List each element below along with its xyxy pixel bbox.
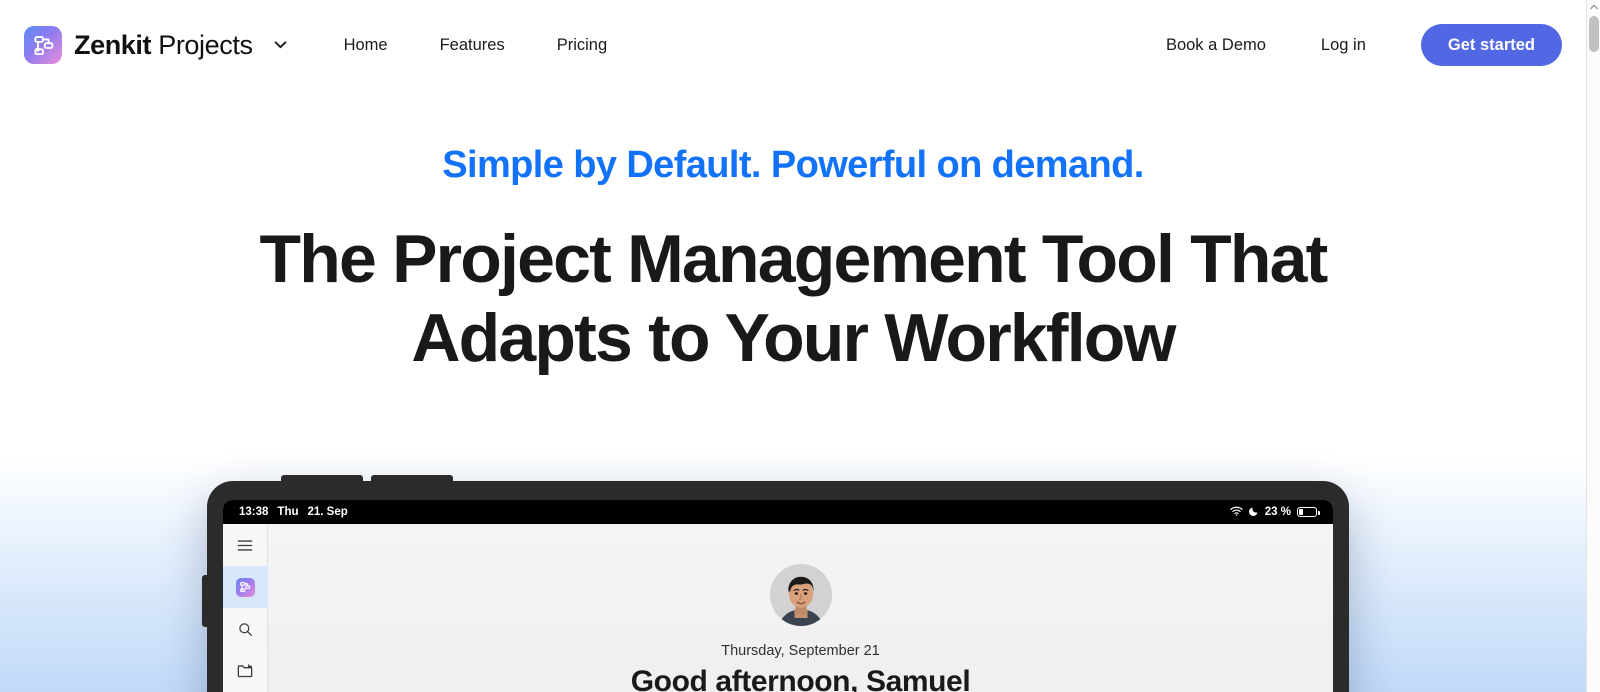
search-icon[interactable] bbox=[223, 608, 268, 650]
primary-nav-links: Home Features Pricing bbox=[344, 36, 608, 55]
battery-percent-label: 23 % bbox=[1264, 506, 1291, 518]
wifi-icon bbox=[1230, 506, 1243, 519]
status-bar-left: 13:38 Thu 21. Sep bbox=[239, 506, 348, 518]
power-button bbox=[202, 575, 208, 627]
hamburger-menu-icon[interactable] bbox=[223, 524, 268, 566]
volume-down-button bbox=[371, 475, 453, 483]
brand-name-bold: Zenkit bbox=[74, 29, 152, 60]
status-bar-right: 23 % bbox=[1230, 506, 1320, 519]
browser-scrollbar[interactable] bbox=[1586, 0, 1600, 692]
app-sidebar bbox=[223, 524, 268, 692]
app-main-content: Thursday, September 21 Good afternoon, S… bbox=[268, 524, 1333, 692]
status-date: 21. Sep bbox=[307, 506, 348, 518]
status-time: 13:38 bbox=[239, 506, 269, 518]
page-title: The Project Management Tool That Adapts … bbox=[228, 220, 1358, 379]
headline-line-1: The Project Management Tool That bbox=[259, 220, 1328, 297]
chevron-down-icon[interactable] bbox=[274, 41, 287, 49]
app-greeting-heading: Good afternoon, Samuel bbox=[630, 665, 971, 692]
sidebar-item-workspace[interactable] bbox=[223, 566, 268, 608]
hero-eyebrow-text: Simple by Default. Powerful on demand. bbox=[442, 144, 1144, 186]
get-started-button[interactable]: Get started bbox=[1420, 23, 1562, 67]
nav-link-pricing[interactable]: Pricing bbox=[557, 36, 607, 55]
user-avatar-photo bbox=[769, 564, 832, 626]
app-date-label: Thursday, September 21 bbox=[721, 643, 880, 659]
nav-link-log-in[interactable]: Log in bbox=[1321, 36, 1366, 55]
top-navigation-bar: Zenkit Projects Home Features Pricing Bo… bbox=[0, 0, 1586, 90]
crescent-moon-icon bbox=[1248, 506, 1259, 519]
zenkit-flowchart-logo-icon bbox=[24, 26, 62, 64]
scroll-up-arrow-icon[interactable] bbox=[1587, 0, 1600, 14]
headline-line-2: Adapts to Your Workflow bbox=[411, 300, 1176, 377]
device-status-bar: 13:38 Thu 21. Sep 23 % bbox=[223, 500, 1333, 524]
brand-wordmark: Zenkit Projects bbox=[74, 29, 253, 60]
secondary-nav-group: Book a Demo Log in Get started bbox=[1166, 23, 1562, 67]
app-body: Thursday, September 21 Good afternoon, S… bbox=[223, 524, 1333, 692]
battery-icon bbox=[1297, 507, 1320, 517]
brand-logo-group[interactable]: Zenkit Projects bbox=[24, 26, 287, 64]
tablet-device-mockup: 13:38 Thu 21. Sep 23 % Thursday, Septemb… bbox=[202, 475, 1349, 692]
nav-link-features[interactable]: Features bbox=[440, 36, 505, 55]
folder-icon[interactable] bbox=[223, 650, 268, 692]
volume-up-button bbox=[281, 475, 363, 483]
status-day: Thu bbox=[277, 506, 299, 518]
scrollbar-thumb[interactable] bbox=[1589, 16, 1599, 52]
tablet-screen: 13:38 Thu 21. Sep 23 % Thursday, Septemb… bbox=[223, 500, 1333, 692]
nav-link-book-a-demo[interactable]: Book a Demo bbox=[1166, 36, 1266, 55]
brand-name-light: Projects bbox=[158, 29, 253, 60]
page-canvas: Zenkit Projects Home Features Pricing Bo… bbox=[0, 0, 1586, 692]
nav-link-home[interactable]: Home bbox=[344, 36, 388, 55]
zenkit-logo-icon bbox=[235, 577, 255, 597]
battery-fill bbox=[1299, 509, 1304, 515]
